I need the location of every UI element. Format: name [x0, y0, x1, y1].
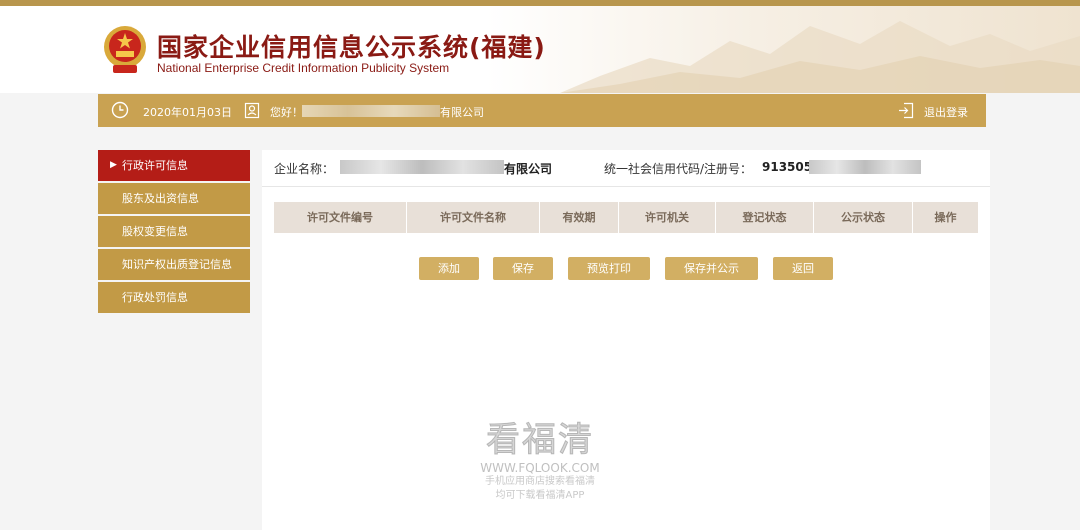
user-icon: [244, 102, 260, 119]
save-publish-button[interactable]: 保存并公示: [665, 257, 758, 280]
sidebar-item-administrative-license[interactable]: ▶ 行政许可信息: [98, 150, 250, 181]
column-license-number: 许可文件编号: [274, 202, 407, 233]
national-emblem-icon: [101, 23, 149, 75]
sidebar-item-administrative-penalty[interactable]: 行政处罚信息: [98, 282, 250, 313]
license-table-header: 许可文件编号 许可文件名称 有效期 许可机关 登记状态 公示状态 操作: [274, 202, 978, 233]
user-bar: 2020年01月03日 您好！ 有限公司 退出登录: [98, 94, 986, 127]
credit-code-prefix: 913505: [762, 160, 812, 174]
redacted-company-name: [302, 105, 440, 117]
watermark-line-2: 均可下载看福清APP: [470, 489, 610, 503]
watermark-line-1: 手机应用商店搜索看福清: [470, 475, 610, 489]
company-suffix: 有限公司: [440, 104, 484, 120]
column-actions: 操作: [913, 202, 978, 233]
preview-print-button[interactable]: 预览打印: [568, 257, 650, 280]
save-button[interactable]: 保存: [493, 257, 553, 280]
redacted-credit-code: [809, 160, 921, 174]
logout-icon[interactable]: [898, 102, 914, 119]
add-button[interactable]: 添加: [419, 257, 479, 280]
sidebar-item-label: 股东及出资信息: [122, 192, 199, 205]
sidebar-item-label: 行政许可信息: [122, 159, 188, 172]
sidebar-nav: ▶ 行政许可信息 股东及出资信息 股权变更信息 知识产权出质登记信息 行政处罚信…: [98, 150, 250, 315]
mountain-landscape-decoration: [560, 6, 1080, 93]
sidebar-item-label: 行政处罚信息: [122, 291, 188, 304]
company-name-label: 企业名称：: [274, 160, 334, 177]
watermark: 看福清 WWW.FQLOOK.COM 手机应用商店搜索看福清 均可下载看福清AP…: [470, 412, 610, 503]
main-panel: 企业名称： 有限公司 统一社会信用代码/注册号： 913505 许可文件编号 许…: [262, 150, 990, 530]
watermark-url: WWW.FQLOOK.COM: [470, 461, 610, 475]
site-header: 国家企业信用信息公示系统(福建) National Enterprise Cre…: [0, 6, 1080, 93]
column-issuing-authority: 许可机关: [619, 202, 716, 233]
back-button[interactable]: 返回: [773, 257, 833, 280]
sidebar-item-shareholder-investment[interactable]: 股东及出资信息: [98, 183, 250, 214]
redacted-company-name: [340, 160, 504, 174]
triangle-right-icon: ▶: [110, 150, 117, 181]
action-buttons: 添加 保存 预览打印 保存并公示 返回: [262, 257, 990, 281]
company-name-suffix: 有限公司: [504, 160, 552, 177]
site-title-chinese: 国家企业信用信息公示系统(福建): [157, 28, 546, 64]
column-validity: 有效期: [540, 202, 619, 233]
watermark-brand: 看福清: [470, 412, 610, 461]
column-license-name: 许可文件名称: [407, 202, 540, 233]
current-date: 2020年01月03日: [143, 104, 232, 120]
sidebar-item-label: 知识产权出质登记信息: [122, 258, 232, 271]
company-info-row: 企业名称： 有限公司 统一社会信用代码/注册号： 913505: [262, 150, 990, 187]
sidebar-item-equity-change[interactable]: 股权变更信息: [98, 216, 250, 247]
logout-link[interactable]: 退出登录: [924, 104, 968, 120]
sidebar-item-ip-pledge[interactable]: 知识产权出质登记信息: [98, 249, 250, 280]
clock-icon: [111, 101, 129, 119]
sidebar-item-label: 股权变更信息: [122, 225, 188, 238]
credit-code-label: 统一社会信用代码/注册号：: [604, 160, 752, 177]
site-title-english: National Enterprise Credit Information P…: [157, 61, 449, 75]
greeting-text: 您好！: [270, 104, 303, 120]
column-publicity-status: 公示状态: [814, 202, 913, 233]
column-registration-status: 登记状态: [716, 202, 814, 233]
